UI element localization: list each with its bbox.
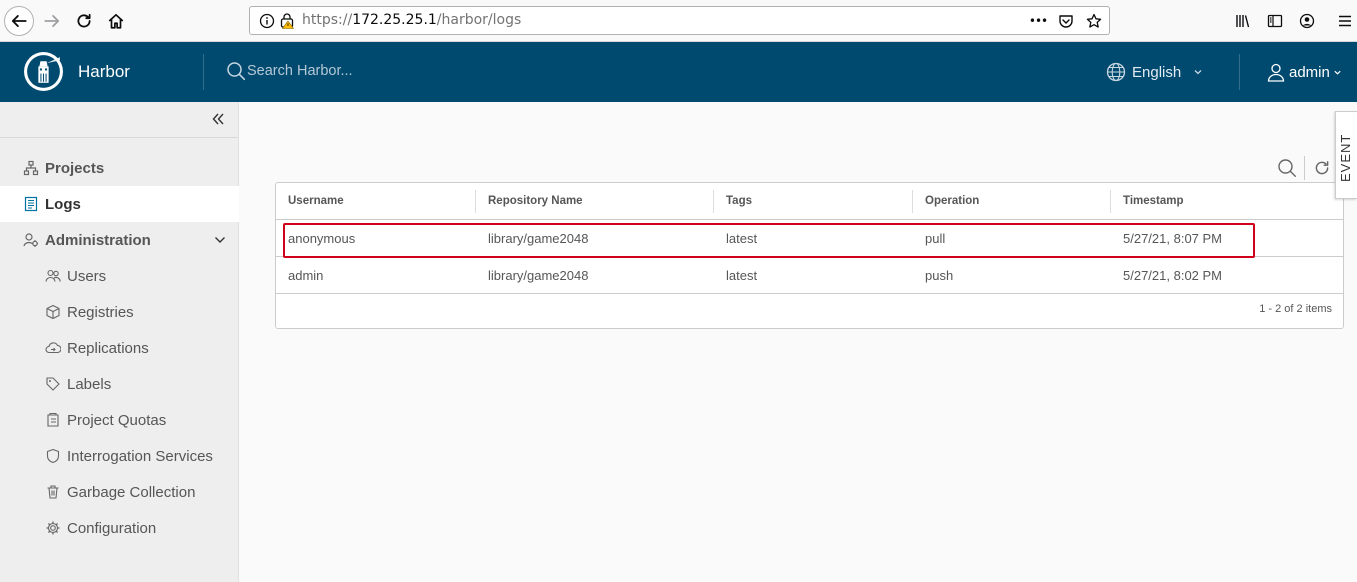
harbor-logo-icon[interactable] bbox=[23, 51, 64, 92]
cell-tags: latest bbox=[726, 231, 758, 246]
projects-icon bbox=[23, 160, 39, 176]
sidebar-item-project-quotas[interactable]: Project Quotas bbox=[0, 402, 239, 438]
search-icon bbox=[227, 62, 246, 81]
sidebar-item-interrogation-services[interactable]: Interrogation Services bbox=[0, 438, 239, 474]
user-icon bbox=[1267, 63, 1285, 82]
replications-icon bbox=[45, 340, 61, 356]
info-icon[interactable] bbox=[259, 13, 275, 29]
account-icon[interactable] bbox=[1297, 11, 1317, 31]
sidebar-item-label: Labels bbox=[67, 375, 112, 393]
project-quotas-icon bbox=[45, 412, 61, 428]
sidebar-item-label: Administration bbox=[45, 231, 151, 249]
sidebar-item-label: Configuration bbox=[67, 519, 157, 537]
sidebar-toggle-icon[interactable] bbox=[1265, 11, 1285, 31]
sidebar-item-users[interactable]: Users bbox=[0, 258, 239, 294]
header-divider bbox=[203, 54, 204, 90]
column-header-timestamp[interactable]: Timestamp bbox=[1111, 183, 1184, 220]
hamburger-menu-icon[interactable] bbox=[1335, 11, 1355, 31]
labels-icon bbox=[45, 376, 61, 392]
chevron-down-icon bbox=[1194, 70, 1202, 75]
app-header: Harbor English admin bbox=[0, 42, 1357, 102]
sidebar: Projects Logs Administration Users Regis… bbox=[0, 102, 239, 582]
cell-username: anonymous bbox=[288, 231, 356, 246]
language-label: English bbox=[1132, 63, 1182, 81]
insecure-lock-icon[interactable] bbox=[279, 12, 295, 29]
refresh-icon[interactable] bbox=[1311, 157, 1333, 179]
configuration-icon bbox=[45, 520, 61, 536]
global-search-input[interactable] bbox=[247, 59, 547, 83]
cell-timestamp: 5/27/21, 8:07 PM bbox=[1123, 231, 1223, 246]
cell-operation: push bbox=[925, 268, 954, 283]
administration-icon bbox=[23, 232, 39, 248]
chevron-down-icon bbox=[1334, 70, 1341, 75]
sidebar-item-label: Registries bbox=[67, 303, 134, 321]
column-header-tags[interactable]: Tags bbox=[714, 183, 752, 220]
bookmark-star-icon[interactable] bbox=[1085, 12, 1103, 30]
users-icon bbox=[45, 268, 61, 284]
sidebar-item-administration[interactable]: Administration bbox=[0, 222, 239, 258]
url-bar[interactable]: https://172.25.25.1/harbor/logs ••• bbox=[249, 6, 1110, 35]
toolbar-divider bbox=[1304, 156, 1305, 180]
sidebar-item-logs[interactable]: Logs bbox=[0, 186, 239, 222]
main-content: Username Repository Name Tags Operation … bbox=[240, 102, 1357, 582]
browser-toolbar: https://172.25.25.1/harbor/logs ••• bbox=[0, 0, 1357, 42]
page-actions-icon[interactable]: ••• bbox=[1029, 12, 1048, 30]
pagination-summary: 1 - 2 of 2 items bbox=[1259, 303, 1332, 315]
event-tab-label: EVENT bbox=[1338, 133, 1353, 182]
logs-icon bbox=[23, 196, 39, 212]
event-panel-tab[interactable]: EVENT bbox=[1335, 111, 1357, 199]
cell-repository: library/game2048 bbox=[488, 231, 589, 246]
sidebar-item-projects[interactable]: Projects bbox=[0, 150, 239, 186]
forward-arrow-icon[interactable] bbox=[38, 7, 66, 35]
search-icon[interactable] bbox=[1276, 157, 1298, 179]
garbage-collection-icon bbox=[45, 484, 61, 500]
username-label: admin bbox=[1289, 63, 1330, 81]
registries-icon bbox=[45, 304, 61, 320]
logs-datagrid: Username Repository Name Tags Operation … bbox=[275, 182, 1344, 329]
cell-tags: latest bbox=[726, 268, 758, 283]
cell-repository: library/game2048 bbox=[488, 268, 589, 283]
language-selector[interactable]: English bbox=[1106, 62, 1203, 82]
pocket-icon[interactable] bbox=[1057, 12, 1075, 30]
table-row[interactable]: admin library/game2048 latest push 5/27/… bbox=[276, 257, 1343, 294]
cell-operation: pull bbox=[925, 231, 946, 246]
sidebar-item-label: Interrogation Services bbox=[67, 447, 213, 465]
double-chevron-left-icon[interactable] bbox=[210, 111, 226, 127]
sidebar-item-label: Users bbox=[67, 267, 107, 285]
sidebar-item-configuration[interactable]: Configuration bbox=[0, 510, 239, 546]
sidebar-item-label: Project Quotas bbox=[67, 411, 167, 429]
cell-username: admin bbox=[288, 268, 324, 283]
home-icon[interactable] bbox=[102, 7, 130, 35]
header-divider bbox=[1239, 54, 1240, 90]
cell-timestamp: 5/27/21, 8:02 PM bbox=[1123, 268, 1223, 283]
datagrid-header: Username Repository Name Tags Operation … bbox=[276, 183, 1343, 220]
back-arrow-icon[interactable] bbox=[4, 6, 34, 36]
column-header-username[interactable]: Username bbox=[276, 183, 344, 220]
column-header-repository[interactable]: Repository Name bbox=[476, 183, 583, 220]
sidebar-item-registries[interactable]: Registries bbox=[0, 294, 239, 330]
sidebar-item-label: Garbage Collection bbox=[67, 483, 196, 501]
globe-icon bbox=[1106, 62, 1126, 82]
sidebar-item-labels[interactable]: Labels bbox=[0, 366, 239, 402]
column-header-operation[interactable]: Operation bbox=[913, 183, 979, 220]
interrogation-icon bbox=[45, 448, 61, 464]
sidebar-item-label: Logs bbox=[45, 195, 81, 213]
url-text: https://172.25.25.1/harbor/logs bbox=[302, 12, 522, 28]
sidebar-item-label: Replications bbox=[67, 339, 149, 357]
brand-title[interactable]: Harbor bbox=[78, 62, 130, 82]
sidebar-item-label: Projects bbox=[45, 159, 105, 177]
reload-icon[interactable] bbox=[70, 7, 98, 35]
sidebar-item-replications[interactable]: Replications bbox=[0, 330, 239, 366]
user-menu[interactable]: admin bbox=[1266, 62, 1342, 82]
table-row[interactable]: anonymous library/game2048 latest pull 5… bbox=[276, 220, 1343, 257]
grid-toolbar bbox=[1276, 156, 1333, 180]
sidebar-item-garbage-collection[interactable]: Garbage Collection bbox=[0, 474, 239, 510]
chevron-down-icon[interactable] bbox=[213, 233, 227, 247]
library-icon[interactable] bbox=[1233, 11, 1253, 31]
